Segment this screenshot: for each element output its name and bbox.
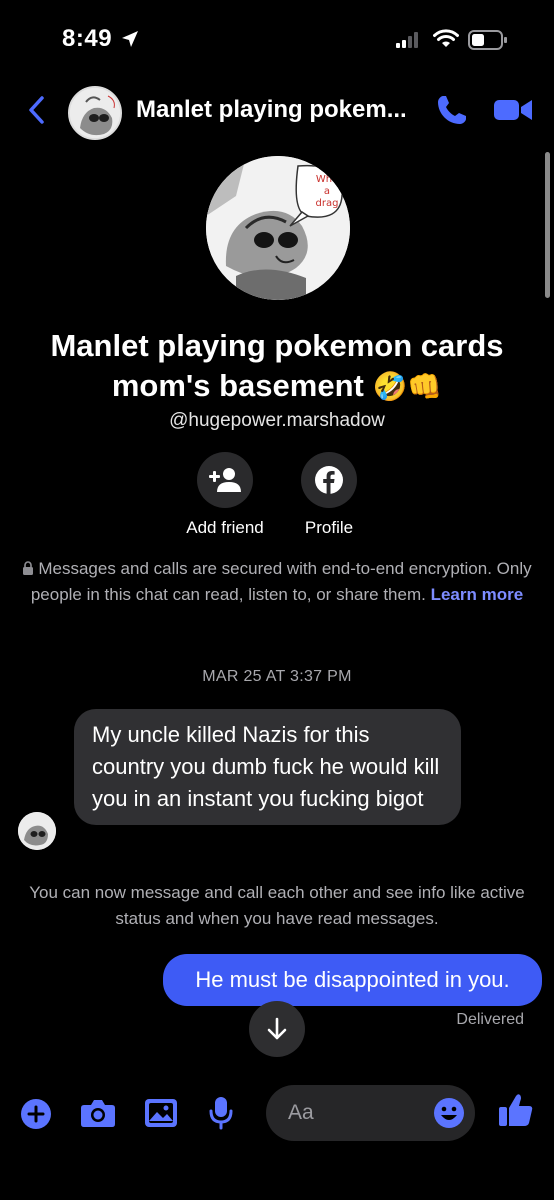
avatar-caption-line: drag <box>315 198 339 209</box>
incoming-message-bubble[interactable]: My uncle killed Nazis for this country y… <box>74 709 461 825</box>
chat-title[interactable]: Manlet playing pokem... <box>136 96 416 124</box>
avatar-speech-bubble: Wha a drag <box>310 174 344 210</box>
outgoing-message-bubble[interactable]: He must be disappointed in you. <box>163 954 542 1006</box>
wifi-icon <box>433 29 459 47</box>
avatar-caption-line: a <box>323 186 331 197</box>
chat-header: Manlet playing pokem... <box>0 80 554 142</box>
message-composer: Aa <box>0 1080 554 1150</box>
facebook-icon <box>315 466 343 494</box>
microphone-button[interactable] <box>208 1096 234 1130</box>
profile-handle: @hugepower.marshadow <box>169 410 385 431</box>
video-call-icon[interactable] <box>492 94 534 126</box>
avatar-caption-line: Wha <box>315 174 339 185</box>
camera-icon <box>81 1100 115 1127</box>
profile-name-text: mom's basement <box>111 368 364 403</box>
avatar-illustration-icon <box>18 812 56 850</box>
system-notice: You can now message and call each other … <box>29 883 525 928</box>
profile-avatar[interactable]: Wha a drag <box>206 156 350 300</box>
plus-button[interactable] <box>20 1098 52 1130</box>
image-gallery-icon <box>145 1099 177 1127</box>
battery-icon <box>468 30 507 50</box>
delivery-status: Delivered <box>456 1011 524 1028</box>
avatar-illustration-icon <box>70 88 120 138</box>
profile-name-line-1: Manlet playing pokemon cards <box>50 328 504 363</box>
profile-label: Profile <box>304 518 354 537</box>
profile-name-emojis: 🤣👊 <box>372 371 443 402</box>
thumbs-up-icon <box>499 1094 533 1126</box>
message-input-placeholder: Aa <box>288 1101 314 1124</box>
arrow-down-icon <box>267 1017 287 1040</box>
phone-call-icon[interactable] <box>434 92 470 128</box>
gallery-button[interactable] <box>144 1098 178 1128</box>
profile-button[interactable]: Profile <box>274 452 384 538</box>
like-button[interactable] <box>498 1092 534 1128</box>
home-indicator-area <box>0 1150 554 1200</box>
learn-more-link[interactable]: Learn more <box>431 585 524 604</box>
message-input[interactable]: Aa <box>266 1085 475 1141</box>
plus-icon <box>21 1099 51 1129</box>
add-friend-icon <box>209 468 241 492</box>
location-arrow-icon <box>122 31 138 47</box>
lock-icon <box>23 561 34 575</box>
header-avatar[interactable] <box>68 86 122 140</box>
profile-name: Manlet playing pokemon cards mom's basem… <box>0 326 554 407</box>
profile-name-line-2: mom's basement 🤣👊 <box>0 366 554 407</box>
cellular-signal-icon <box>396 32 418 48</box>
sender-avatar[interactable] <box>18 812 56 850</box>
scrollbar[interactable] <box>545 152 550 298</box>
profile-circle[interactable] <box>301 452 357 508</box>
back-chevron-icon[interactable] <box>22 92 52 128</box>
add-friend-circle[interactable] <box>197 452 253 508</box>
status-time: 8:49 <box>62 25 113 52</box>
status-bar: 8:49 <box>0 0 554 80</box>
add-friend-label: Add friend <box>186 518 264 537</box>
microphone-icon <box>209 1097 233 1130</box>
camera-button[interactable] <box>80 1098 116 1128</box>
encryption-notice: Messages and calls are secured with end-… <box>20 556 534 608</box>
scroll-to-bottom-button[interactable] <box>249 1001 305 1057</box>
emoji-icon[interactable] <box>433 1097 465 1129</box>
add-friend-button[interactable]: Add friend <box>170 452 280 538</box>
message-timestamp: MAR 25 AT 3:37 PM <box>202 668 352 685</box>
